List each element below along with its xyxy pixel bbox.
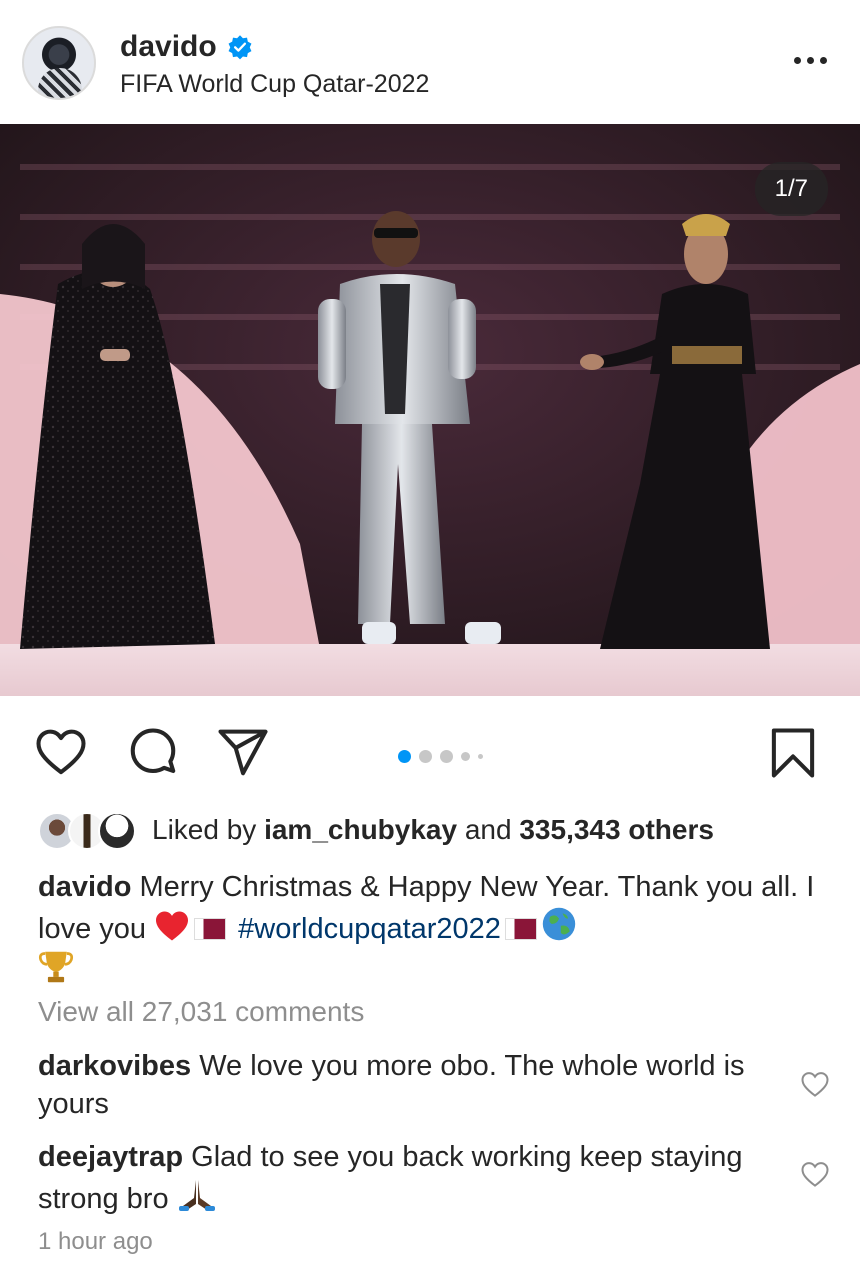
- view-all-comments-link[interactable]: View all 27,031 comments: [38, 996, 364, 1028]
- image-counter-badge: 1/7: [754, 162, 828, 216]
- comment-item: darkovibes We love you more obo. The who…: [38, 1047, 778, 1123]
- verified-badge-icon: [228, 35, 252, 60]
- likes-others-count[interactable]: 335,343 others: [519, 814, 714, 845]
- carousel-indicator: [398, 750, 483, 763]
- username-row: davido: [120, 30, 253, 64]
- qatar-flag-icon: [194, 918, 227, 940]
- share-icon[interactable]: [216, 726, 270, 780]
- comment-like-heart-icon[interactable]: [800, 1160, 830, 1190]
- bookmark-icon[interactable]: [766, 726, 820, 780]
- carousel-dot: [419, 750, 432, 763]
- post-timestamp: 1 hour ago: [38, 1228, 153, 1255]
- post-header: davido FIFA World Cup Qatar-2022: [0, 0, 860, 124]
- red-heart-icon: [156, 911, 189, 941]
- profile-avatar[interactable]: [22, 26, 96, 100]
- caption-hashtag[interactable]: #worldcupqatar2022: [238, 913, 501, 945]
- heart-icon[interactable]: [34, 726, 88, 780]
- carousel-dot: [440, 750, 453, 763]
- likes-row[interactable]: Liked by iam_chubykay and 335,343 others: [38, 808, 714, 852]
- comment-username[interactable]: darkovibes: [38, 1050, 191, 1082]
- comment-username[interactable]: deejaytrap: [38, 1141, 183, 1173]
- post-image[interactable]: 1/7: [0, 124, 860, 696]
- likes-conjunction: and: [457, 814, 520, 845]
- comment-like-heart-icon[interactable]: [800, 1070, 830, 1100]
- qatar-flag-icon: [504, 918, 537, 940]
- action-bar: [0, 712, 860, 792]
- likes-prefix: Liked by: [152, 814, 265, 845]
- praying-hands-icon: [178, 1180, 215, 1211]
- globe-icon: [542, 907, 576, 941]
- more-options-icon[interactable]: [790, 48, 830, 72]
- liker-avatar: [98, 812, 136, 850]
- comment-icon[interactable]: [126, 726, 180, 780]
- carousel-dot: [461, 752, 470, 761]
- first-liker-username[interactable]: iam_chubykay: [264, 814, 457, 845]
- carousel-dot-active: [398, 750, 411, 763]
- post-caption: davido Merry Christmas & Happy New Year.…: [38, 868, 828, 992]
- likes-text: Liked by iam_chubykay and 335,343 others: [152, 814, 714, 846]
- liker-avatars: [38, 810, 138, 850]
- post-location[interactable]: FIFA World Cup Qatar-2022: [120, 70, 429, 99]
- comment-item: deejaytrap Glad to see you back working …: [38, 1138, 778, 1218]
- caption-username[interactable]: davido: [38, 871, 131, 903]
- post-username[interactable]: davido: [120, 30, 217, 64]
- carousel-dot: [478, 754, 483, 759]
- trophy-icon: [38, 951, 74, 983]
- concert-stage-illustration: [0, 124, 860, 696]
